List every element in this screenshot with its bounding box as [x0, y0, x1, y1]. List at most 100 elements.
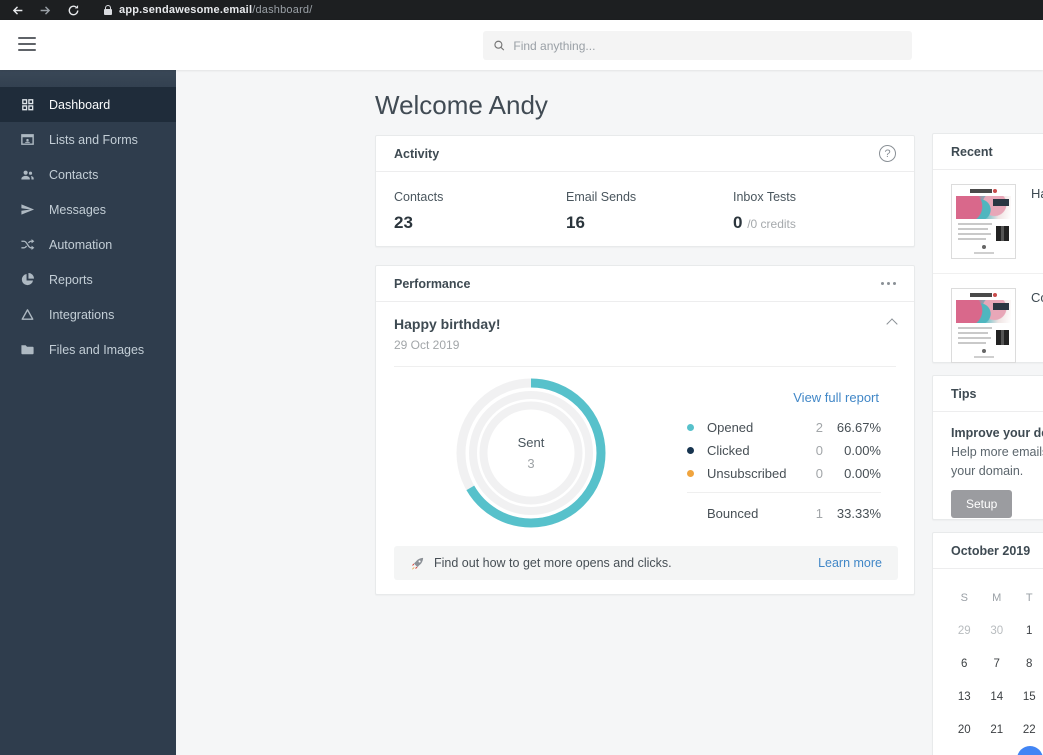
calendar-day[interactable]: 29: [948, 614, 981, 647]
sidebar-item-contacts[interactable]: Contacts: [0, 157, 176, 192]
calendar-title: October 2019: [951, 543, 1031, 558]
page-title: Welcome Andy: [375, 90, 548, 120]
stat-contacts: Contacts 23: [394, 190, 566, 233]
stat-value: 16: [566, 213, 585, 232]
global-search: [483, 31, 912, 60]
email-template-thumbnail[interactable]: [951, 288, 1016, 363]
search-input[interactable]: [513, 38, 902, 53]
send-icon: [20, 202, 36, 218]
shuffle-icon: [20, 237, 36, 253]
performance-card: Performance Happy birthday! 29 Oct 2019: [375, 265, 915, 595]
donut-center-label: Sent: [517, 435, 545, 450]
calendar-today-marker[interactable]: [1017, 746, 1043, 755]
calendar-day[interactable]: 20: [948, 713, 981, 746]
tips-text-line: your domain.: [951, 464, 1024, 478]
sidebar-item-messages[interactable]: Messages: [0, 192, 176, 227]
calendar-day[interactable]: 6: [948, 647, 981, 680]
calendar-day[interactable]: 22: [1013, 713, 1043, 746]
triangle-icon: [20, 307, 36, 323]
performance-card-title: Performance: [394, 276, 471, 291]
banner-text: Find out how to get more opens and click…: [434, 556, 672, 570]
sidebar-item-label: Files and Images: [49, 342, 145, 357]
opened-dot-icon: [687, 424, 694, 431]
donut-center-value: 3: [527, 456, 535, 471]
chevron-up-icon[interactable]: [886, 318, 898, 330]
calendar-day[interactable]: 8: [1013, 647, 1043, 680]
calendar-day[interactable]: 13: [948, 680, 981, 713]
hamburger-menu-icon[interactable]: [18, 37, 36, 51]
rocket-icon: [412, 557, 424, 569]
calendar-day[interactable]: 21: [981, 713, 1014, 746]
sidebar-item-label: Dashboard: [49, 97, 111, 112]
stat-inbox-tests: Inbox Tests 0 /0 credits: [733, 190, 796, 233]
calendar-day[interactable]: 1: [1013, 614, 1043, 647]
calendar-week-row: 20 21 22: [948, 713, 1043, 746]
sidebar-item-label: Integrations: [49, 307, 115, 322]
forward-button[interactable]: [38, 3, 52, 17]
activity-card: Activity ? Contacts 23 Email Sends 16 In…: [375, 135, 915, 247]
app-topbar: [0, 20, 1043, 70]
learn-more-link[interactable]: Learn more: [818, 556, 882, 570]
calendar-grid: S M T 29 30 1 6 7 8 13 14 15 20 21 22: [948, 581, 1043, 746]
lock-icon[interactable]: [104, 4, 112, 15]
url-field[interactable]: app.sendawesome.email/dashboard/: [104, 4, 313, 16]
calendar-day[interactable]: 14: [981, 680, 1014, 713]
legend-row-clicked: Clicked 0 0.00%: [687, 439, 881, 462]
sidebar-item-label: Reports: [49, 272, 93, 287]
browser-window: app.sendawesome.email/dashboard/ Dashboa…: [0, 0, 1043, 755]
calendar-day[interactable]: 15: [1013, 680, 1043, 713]
recent-item-label: Ha: [1031, 186, 1043, 201]
tips-banner: Find out how to get more opens and click…: [394, 546, 898, 580]
chart-legend: Opened 2 66.67% Clicked 0 0.00% Unsubscr…: [687, 416, 881, 525]
stat-label: Contacts: [394, 190, 444, 204]
unsubscribed-dot-icon: [687, 470, 694, 477]
calendar-week-row: 29 30 1: [948, 614, 1043, 647]
url-host: app.sendawesome.email: [119, 4, 253, 16]
more-options-icon[interactable]: [881, 278, 896, 289]
calendar-week-row: 6 7 8: [948, 647, 1043, 680]
stat-suffix: /0 credits: [747, 217, 796, 231]
day-header: S: [960, 591, 968, 604]
help-icon[interactable]: ?: [879, 145, 896, 162]
sidebar: Dashboard Lists and Forms Contacts Messa…: [0, 70, 176, 755]
recent-item[interactable]: Co: [933, 274, 1043, 377]
stat-label: Inbox Tests: [733, 190, 797, 204]
calendar-day[interactable]: 7: [981, 647, 1014, 680]
legend-row-bounced: Bounced 1 33.33%: [707, 506, 881, 521]
list-box-icon: [20, 132, 36, 148]
pie-chart-icon: [20, 272, 36, 288]
campaign-date: 29 Oct 2019: [394, 338, 460, 352]
clicked-dot-icon: [687, 447, 694, 454]
sidebar-item-label: Messages: [49, 202, 106, 217]
people-icon: [20, 167, 36, 183]
sidebar-item-integrations[interactable]: Integrations: [0, 297, 176, 332]
view-full-report-link[interactable]: View full report: [793, 390, 879, 405]
donut-chart: Sent 3: [451, 373, 611, 533]
activity-card-title: Activity: [394, 146, 440, 161]
day-header: T: [1025, 591, 1033, 604]
sidebar-item-label: Lists and Forms: [49, 132, 138, 147]
dashboard-grid-icon: [20, 97, 36, 113]
sidebar-item-automation[interactable]: Automation: [0, 227, 176, 262]
legend-row-unsubscribed: Unsubscribed 0 0.00%: [687, 462, 881, 485]
url-path: /dashboard/: [252, 4, 313, 16]
email-template-thumbnail[interactable]: [951, 184, 1016, 259]
recent-item-label: Co: [1031, 290, 1043, 305]
calendar-week-row: 13 14 15: [948, 680, 1043, 713]
tips-card-title: Tips: [951, 386, 977, 401]
sidebar-item-lists-and-forms[interactable]: Lists and Forms: [0, 122, 176, 157]
recent-item[interactable]: Ha: [933, 170, 1043, 274]
campaign-name: Happy birthday!: [394, 316, 501, 332]
back-button[interactable]: [10, 3, 24, 17]
reload-button[interactable]: [66, 3, 80, 17]
sidebar-item-files-and-images[interactable]: Files and Images: [0, 332, 176, 367]
setup-button[interactable]: Setup: [951, 490, 1013, 518]
calendar-day[interactable]: 30: [981, 614, 1014, 647]
tips-card: Tips Improve your deliver Help more emai…: [932, 375, 1043, 520]
stat-value: 23: [394, 213, 413, 232]
search-icon: [494, 40, 505, 51]
day-header: M: [992, 591, 1002, 604]
sidebar-item-reports[interactable]: Reports: [0, 262, 176, 297]
sidebar-item-dashboard[interactable]: Dashboard: [0, 87, 176, 122]
calendar-card: October 2019 S M T 29 30 1 6 7 8 13 14 1…: [932, 532, 1043, 755]
